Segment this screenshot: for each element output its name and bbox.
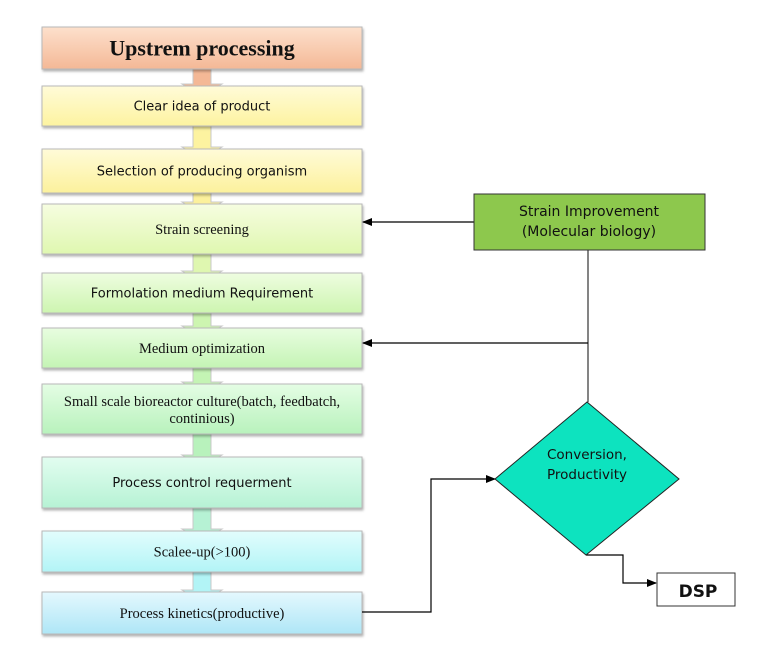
strain-improvement-line2: (Molecular biology) bbox=[522, 224, 656, 240]
step-box-7: Small scale bioreactor culture(batch, fe… bbox=[41, 383, 363, 435]
decision-line2: Productivity bbox=[547, 467, 627, 483]
step-box-1: Upstrem processing bbox=[41, 26, 363, 70]
step-label: Strain screening bbox=[155, 222, 249, 238]
strain-improvement-line1: Strain Improvement bbox=[519, 204, 660, 220]
dsp-label: DSP bbox=[679, 582, 718, 602]
decision-diamond: Conversion, Productivity bbox=[494, 401, 680, 556]
decision-line1: Conversion, bbox=[547, 447, 627, 463]
connector-kinetics-to-decision bbox=[362, 475, 496, 613]
step-box-3: Selection of producing organism bbox=[41, 148, 363, 194]
step-box-4: Strain screening bbox=[41, 203, 363, 255]
step-label: Formolation medium Requirement bbox=[91, 287, 313, 302]
step-label: Process control requerment bbox=[112, 476, 291, 491]
step-label: Process kinetics(productive) bbox=[120, 606, 285, 622]
step-label: Small scale bioreactor culture(batch, fe… bbox=[64, 394, 340, 410]
step-box-8: Process control requerment bbox=[41, 456, 363, 509]
step-box-9: Scalee-up(>100) bbox=[41, 530, 363, 573]
dsp-box: DSP bbox=[656, 572, 736, 607]
step-label: Upstrem processing bbox=[109, 36, 295, 61]
strain-improvement-box: Strain Improvement (Molecular biology) bbox=[473, 193, 706, 251]
step-box-5: Formolation medium Requirement bbox=[41, 272, 363, 314]
step-box-2: Clear idea of product bbox=[41, 85, 363, 127]
upstream-flowchart: Upstrem processing Clear idea of product S… bbox=[41, 26, 736, 635]
connector-decision-to-dsp bbox=[586, 554, 657, 587]
step-label: Selection of producing organism bbox=[97, 165, 307, 180]
step-label: Medium optimization bbox=[139, 341, 266, 357]
step-box-6: Medium optimization bbox=[41, 327, 363, 369]
step-label: Clear idea of product bbox=[134, 100, 271, 115]
step-label: Scalee-up(>100) bbox=[154, 545, 251, 561]
step-label: continious) bbox=[169, 411, 234, 427]
step-box-10: Process kinetics(productive) bbox=[41, 591, 363, 635]
